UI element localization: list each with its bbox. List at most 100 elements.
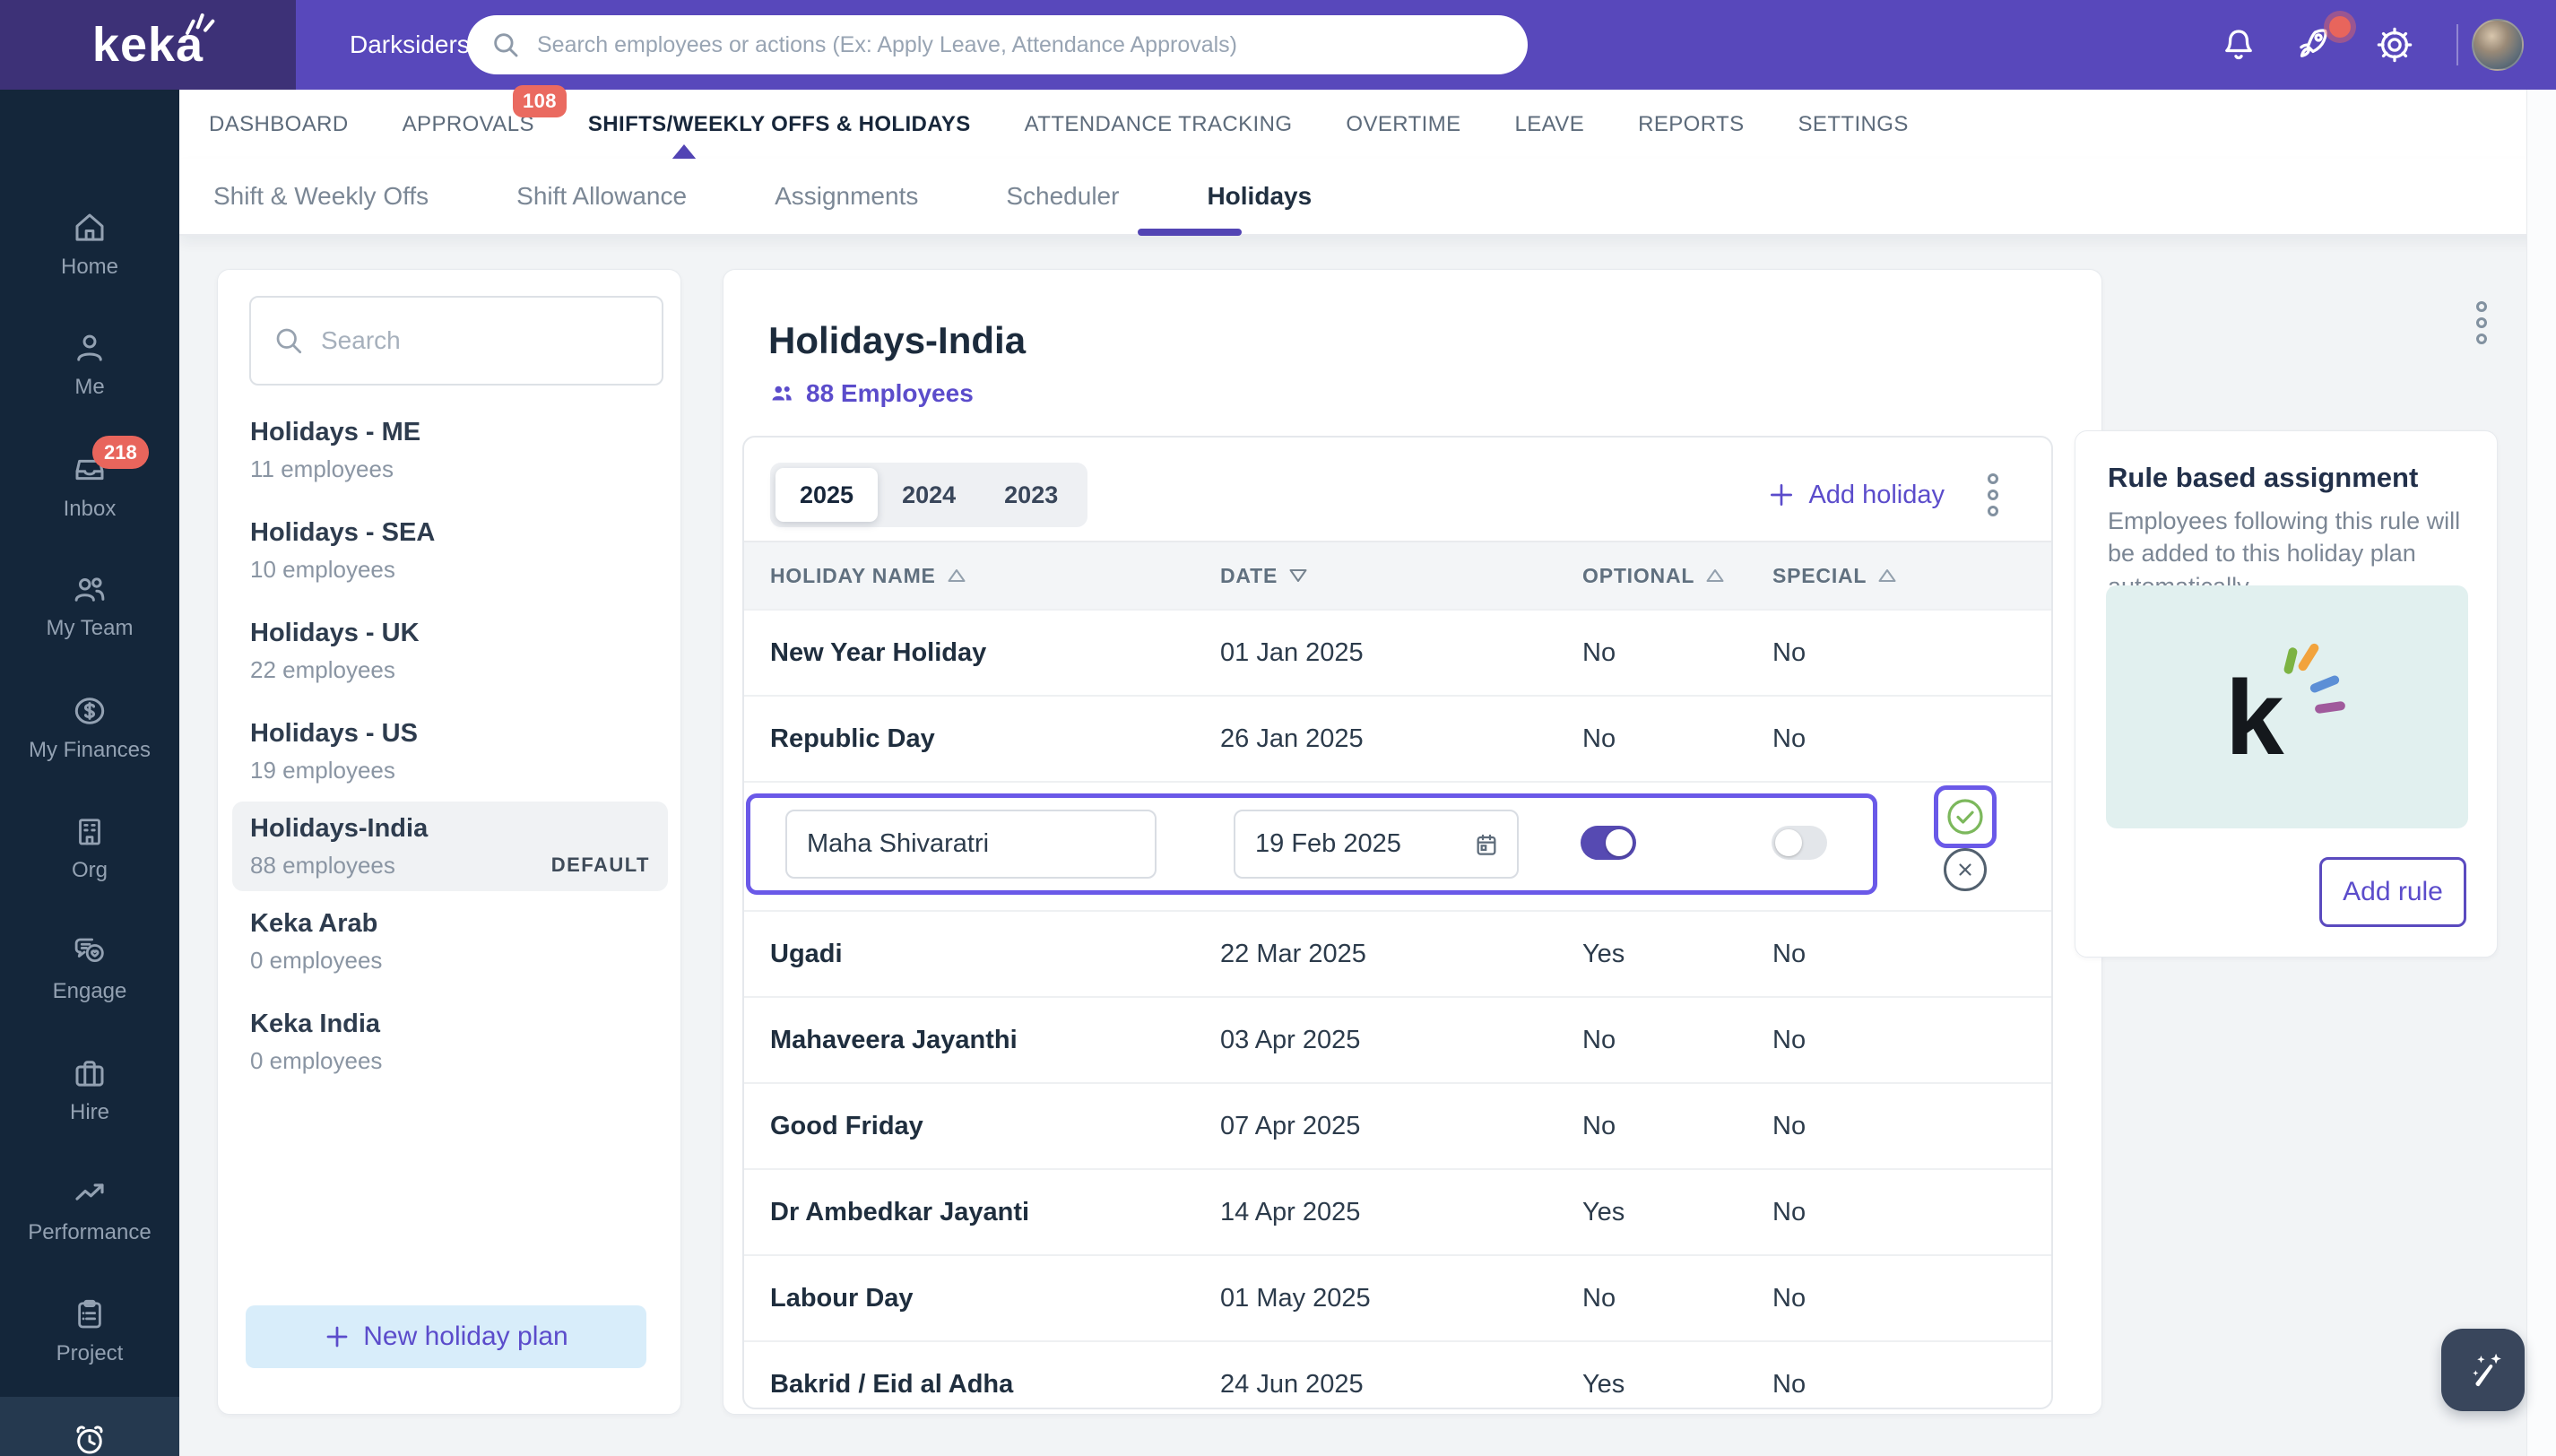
plan-item-holidays-sea[interactable]: Holidays - SEA 10 employees: [232, 500, 668, 601]
subtab-shift-allowance[interactable]: Shift Allowance: [516, 182, 687, 211]
column-holiday-name[interactable]: HOLIDAY NAME: [770, 564, 1220, 588]
chat-icon: [74, 938, 104, 962]
table-row[interactable]: Republic Day 26 Jan 2025 No No: [744, 695, 2051, 781]
table-row[interactable]: Ugadi 22 Mar 2025 Yes No: [744, 910, 2051, 996]
year-tab-2023[interactable]: 2023: [980, 468, 1082, 522]
holiday-date-input[interactable]: 19 Feb 2025: [1234, 810, 1519, 879]
column-special[interactable]: SPECIAL: [1772, 564, 2051, 588]
optional-toggle[interactable]: [1581, 826, 1636, 860]
nav-dashboard[interactable]: DASHBOARD: [209, 112, 349, 137]
topbar-divider: [2456, 24, 2458, 65]
search-placeholder: Search employees or actions (Ex: Apply L…: [537, 31, 1238, 57]
sidebar-item-my-team[interactable]: My Team: [0, 551, 179, 659]
holiday-plans-panel: Search Holidays - ME 11 employees Holida…: [217, 269, 681, 1415]
keka-logo[interactable]: keka: [0, 0, 296, 90]
search-icon: [494, 33, 518, 57]
user-avatar[interactable]: [2472, 19, 2524, 71]
sort-up-icon: [948, 569, 966, 582]
plan-list: Holidays - ME 11 employees Holidays - SE…: [232, 400, 668, 1092]
bell-icon[interactable]: [2218, 24, 2259, 65]
table-row[interactable]: Bakrid / Eid al Adha 24 Jun 2025 Yes No: [744, 1340, 2051, 1408]
employees-link[interactable]: 88 Employees: [768, 379, 974, 408]
plus-icon: [1771, 484, 1793, 506]
table-row[interactable]: Mahaveera Jayanthi 03 Apr 2025 No No: [744, 996, 2051, 1082]
default-badge: DEFAULT: [550, 854, 650, 876]
alarm-icon: [76, 1425, 103, 1453]
sidebar-item-engage[interactable]: Engage: [0, 914, 179, 1022]
rocket-notification-dot: [2324, 11, 2356, 43]
nav-approvals[interactable]: APPROVALS 108: [403, 84, 567, 137]
add-rule-button[interactable]: Add rule: [2319, 857, 2466, 927]
logo-sparks-icon: [186, 13, 215, 35]
nav-shifts-weekly-offs-holidays[interactable]: SHIFTS/WEEKLY OFFS & HOLIDAYS: [588, 112, 971, 137]
subtab-shift-weekly-offs[interactable]: Shift & Weekly Offs: [213, 182, 429, 211]
team-icon: [74, 576, 105, 602]
person-icon: [77, 334, 102, 361]
plan-item-keka-india[interactable]: Keka India 0 employees: [232, 992, 668, 1092]
add-holiday-button[interactable]: Add holiday: [1767, 481, 1945, 510]
holiday-table-card: 2025 2024 2023 Add holiday HOLIDAY NAME: [742, 436, 2053, 1409]
plus-icon: [326, 1326, 348, 1348]
search-icon: [276, 328, 302, 354]
table-row[interactable]: Good Friday 07 Apr 2025 No No: [744, 1082, 2051, 1168]
plan-item-holidays-me[interactable]: Holidays - ME 11 employees: [232, 400, 668, 500]
new-holiday-plan-button[interactable]: New holiday plan: [246, 1305, 646, 1368]
building-icon: [79, 818, 100, 845]
nav-leave[interactable]: LEAVE: [1515, 112, 1585, 137]
sidebar-item-performance[interactable]: Performance: [0, 1156, 179, 1263]
global-search-input[interactable]: Search employees or actions (Ex: Apply L…: [467, 15, 1528, 74]
subtab-holidays[interactable]: Holidays: [1207, 182, 1312, 211]
column-optional[interactable]: OPTIONAL: [1582, 564, 1772, 588]
subtab-active-underline: [1138, 229, 1242, 236]
nav-settings[interactable]: SETTINGS: [1798, 112, 1909, 137]
sidebar-item-home[interactable]: Home: [0, 190, 179, 298]
holiday-edit-row: 19 Feb 2025: [744, 781, 2051, 910]
holiday-name-input[interactable]: [785, 810, 1157, 879]
nav-overtime[interactable]: OVERTIME: [1346, 112, 1460, 137]
table-header: HOLIDAY NAME DATE OPTIONAL SPECIAL: [744, 541, 2051, 609]
sidebar-item-hire[interactable]: Hire: [0, 1036, 179, 1143]
special-toggle[interactable]: [1772, 826, 1827, 860]
subtab-assignments[interactable]: Assignments: [775, 182, 918, 211]
plans-search-placeholder: Search: [321, 326, 401, 354]
sidebar-item-my-finances[interactable]: My Finances: [0, 673, 179, 781]
sidebar-item-project[interactable]: Project: [0, 1277, 179, 1384]
plan-item-holidays-india[interactable]: Holidays-India 88 employees DEFAULT: [232, 802, 668, 891]
table-row[interactable]: Labour Day 01 May 2025 No No: [744, 1254, 2051, 1340]
keka-k-logo: k: [2220, 640, 2354, 775]
plan-item-holidays-us[interactable]: Holidays - US 19 employees: [232, 701, 668, 802]
year-tabs: 2025 2024 2023: [770, 463, 1088, 527]
active-tab-indicator: [671, 144, 697, 160]
plan-item-keka-arab[interactable]: Keka Arab 0 employees: [232, 891, 668, 992]
subtab-scheduler[interactable]: Scheduler: [1006, 182, 1119, 211]
column-date[interactable]: DATE: [1220, 564, 1582, 588]
table-row[interactable]: Dr Ambedkar Jayanti 14 Apr 2025 Yes No: [744, 1168, 2051, 1254]
home-icon: [75, 213, 104, 241]
sidebar-item-me[interactable]: Me: [0, 310, 179, 418]
sort-up-icon: [1706, 569, 1724, 582]
year-tab-2025[interactable]: 2025: [775, 468, 879, 522]
plans-search-input[interactable]: Search: [249, 296, 663, 386]
sub-nav: Shift & Weekly Offs Shift Allowance Assi…: [179, 159, 2556, 236]
nav-attendance-tracking[interactable]: ATTENDANCE TRACKING: [1025, 112, 1293, 137]
sidebar-item-inbox[interactable]: Inbox 218: [0, 432, 179, 540]
table-row[interactable]: New Year Holiday 01 Jan 2025 No No: [744, 609, 2051, 695]
trend-icon: [75, 1183, 104, 1200]
main-nav: DASHBOARD APPROVALS 108 SHIFTS/WEEKLY OFF…: [179, 84, 2556, 160]
plan-item-holidays-uk[interactable]: Holidays - UK 22 employees: [232, 601, 668, 701]
sidebar-item-org[interactable]: Org: [0, 793, 179, 901]
check-circle-icon: [1947, 799, 1983, 835]
sidebar-item-time-attend[interactable]: Time Attend: [0, 1397, 179, 1456]
year-tab-2024[interactable]: 2024: [878, 468, 980, 522]
page-menu-kebab-icon[interactable]: [2476, 301, 2487, 344]
keka-app: keka Darksiders Inc Search employees or …: [0, 0, 2556, 1456]
nav-reports[interactable]: REPORTS: [1638, 112, 1744, 137]
gear-icon[interactable]: [2374, 24, 2415, 65]
scrollbar-track[interactable]: [2526, 90, 2556, 1456]
rule-based-assignment-panel: Rule based assignment Employees followin…: [2075, 430, 2498, 958]
cancel-edit-button[interactable]: [1944, 848, 1987, 891]
magic-wand-fab[interactable]: [2441, 1329, 2525, 1411]
save-holiday-button[interactable]: [1934, 785, 1997, 848]
table-menu-kebab-icon[interactable]: [1988, 473, 1998, 516]
page-title: Holidays-India: [768, 319, 1027, 361]
